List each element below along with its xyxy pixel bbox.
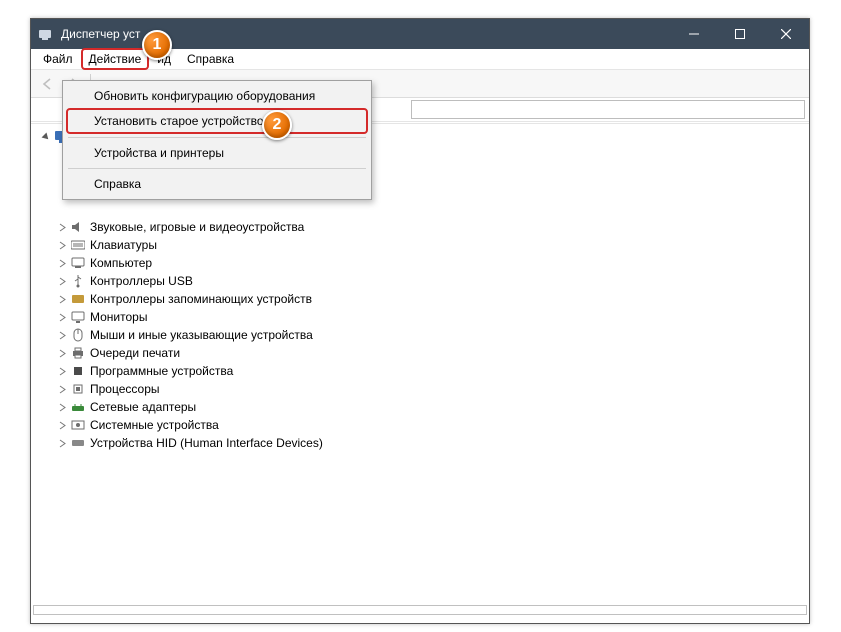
expander-icon[interactable] (39, 130, 53, 144)
expander-icon[interactable] (55, 220, 69, 234)
app-icon (37, 26, 53, 42)
keyboard-icon (70, 237, 86, 253)
printer-icon (70, 345, 86, 361)
storage-icon (70, 291, 86, 307)
tree-node-label: Сетевые адаптеры (90, 400, 196, 414)
callout-badge-1: 1 (142, 30, 172, 60)
system-device-icon (70, 417, 86, 433)
tree-node[interactable]: Устройства HID (Human Interface Devices) (55, 434, 809, 452)
monitor-icon (70, 309, 86, 325)
mouse-icon (70, 327, 86, 343)
address-box[interactable] (411, 100, 805, 119)
tree-node[interactable]: Контроллеры запоминающих устройств (55, 290, 809, 308)
tree-node[interactable]: Звуковые, игровые и видеоустройства (55, 218, 809, 236)
tree-node-label: Программные устройства (90, 364, 233, 378)
menu-help[interactable]: Справка (179, 49, 242, 69)
minimize-button[interactable] (671, 19, 717, 49)
expander-icon[interactable] (55, 310, 69, 324)
expander-icon[interactable] (55, 292, 69, 306)
tree-node[interactable]: Клавиатуры (55, 236, 809, 254)
sound-icon (70, 219, 86, 235)
maximize-button[interactable] (717, 19, 763, 49)
menu-devices-printers[interactable]: Устройства и принтеры (66, 141, 368, 165)
action-dropdown: Обновить конфигурацию оборудования Устан… (62, 80, 372, 200)
callout-badge-2: 2 (262, 110, 292, 140)
tree-node-label: Клавиатуры (90, 238, 157, 252)
expander-icon[interactable] (55, 256, 69, 270)
tree-node-label: Контроллеры USB (90, 274, 193, 288)
tree-node[interactable]: Системные устройства (55, 416, 809, 434)
tree-node-label: Очереди печати (90, 346, 180, 360)
menu-add-legacy-hardware[interactable]: Установить старое устройство (66, 108, 368, 134)
usb-icon (70, 273, 86, 289)
software-device-icon (70, 363, 86, 379)
tree-node-label: Звуковые, игровые и видеоустройства (90, 220, 304, 234)
computer-node-icon (70, 255, 86, 271)
tree-node-label: Процессоры (90, 382, 160, 396)
expander-icon[interactable] (55, 382, 69, 396)
tree-node-label: Контроллеры запоминающих устройств (90, 292, 312, 306)
cpu-icon (70, 381, 86, 397)
window-title: Диспетчер уст (61, 27, 140, 41)
tree-node[interactable]: Контроллеры USB (55, 272, 809, 290)
back-button[interactable] (35, 72, 61, 96)
menu-separator (68, 137, 366, 138)
tree-node[interactable]: Мыши и иные указывающие устройства (55, 326, 809, 344)
tree-node-label: Устройства HID (Human Interface Devices) (90, 436, 323, 450)
tree-node-label: Системные устройства (90, 418, 219, 432)
expander-icon[interactable] (55, 274, 69, 288)
menu-file[interactable]: Файл (35, 49, 81, 69)
tree-node[interactable]: Компьютер (55, 254, 809, 272)
expander-icon[interactable] (55, 346, 69, 360)
tree-node-label: Мониторы (90, 310, 147, 324)
expander-icon[interactable] (55, 238, 69, 252)
expander-icon[interactable] (55, 364, 69, 378)
expander-icon[interactable] (55, 418, 69, 432)
network-icon (70, 399, 86, 415)
tree-node[interactable]: Программные устройства (55, 362, 809, 380)
expander-icon[interactable] (55, 328, 69, 342)
expander-icon[interactable] (55, 436, 69, 450)
tree-node[interactable]: Очереди печати (55, 344, 809, 362)
status-strip (33, 605, 807, 615)
tree-node[interactable]: Сетевые адаптеры (55, 398, 809, 416)
expander-icon[interactable] (55, 400, 69, 414)
tree-node-label: Мыши и иные указывающие устройства (90, 328, 313, 342)
tree-node[interactable]: Мониторы (55, 308, 809, 326)
tree-node[interactable]: Процессоры (55, 380, 809, 398)
menu-refresh-hardware[interactable]: Обновить конфигурацию оборудования (66, 84, 368, 108)
tree-node-label: Компьютер (90, 256, 152, 270)
hid-icon (70, 435, 86, 451)
window-controls (671, 19, 809, 49)
menu-help[interactable]: Справка (66, 172, 368, 196)
menu-action[interactable]: Действие (81, 48, 150, 70)
close-button[interactable] (763, 19, 809, 49)
menu-separator (68, 168, 366, 169)
